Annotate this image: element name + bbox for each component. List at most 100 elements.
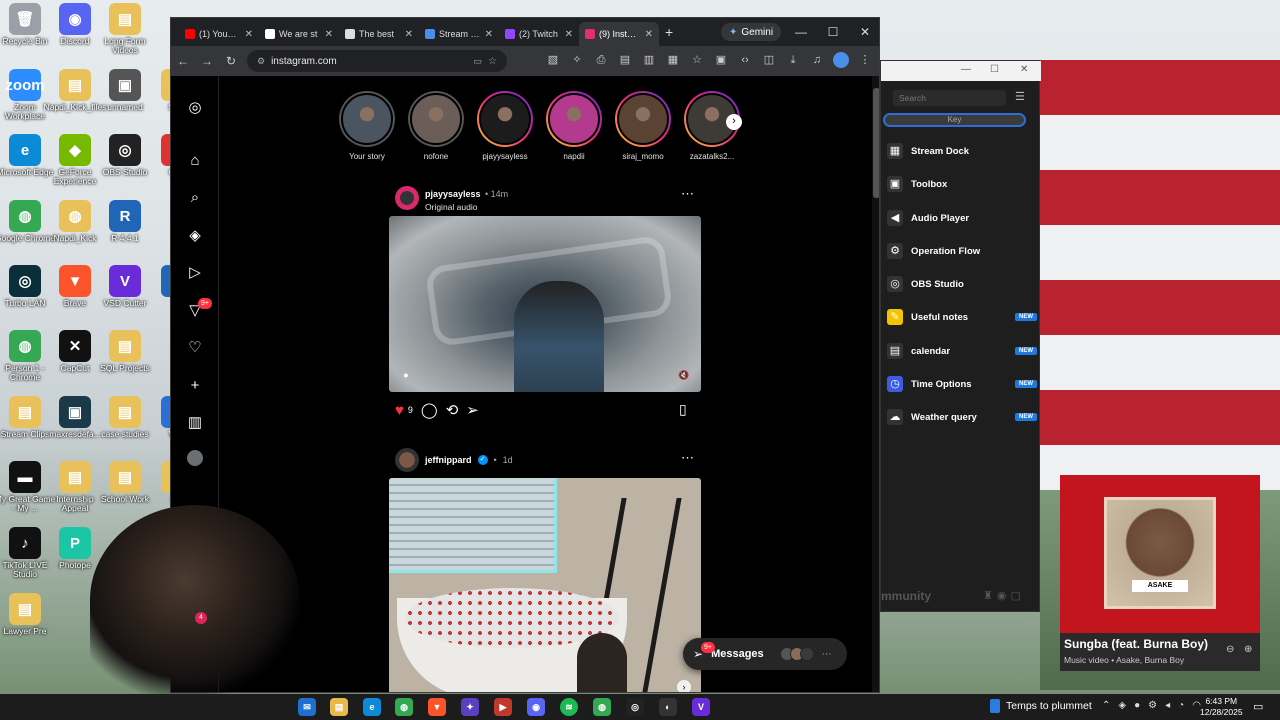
taskbar-discord-icon[interactable]: ◉ (527, 698, 545, 716)
dock-close-button[interactable]: ✕ (1020, 64, 1028, 75)
taskbar-steam-icon[interactable]: ◐ (659, 698, 677, 716)
star-icon[interactable]: ☆ (488, 56, 497, 67)
post-avatar[interactable] (395, 448, 419, 472)
dock-plugin-item[interactable]: ◎ OBS Studio (887, 273, 1037, 295)
profile-avatar[interactable] (833, 52, 849, 68)
browser-tab[interactable]: We are st ✕ (259, 22, 339, 46)
post-more-icon[interactable]: ⋯ (681, 186, 695, 202)
reader-icon[interactable]: ▥ (641, 52, 657, 68)
tray-gear-icon[interactable]: ⚙ (1148, 700, 1157, 711)
dock-plugin-item[interactable]: ▦ Stream Dock (887, 140, 1037, 162)
close-window-button[interactable]: ✕ (850, 22, 879, 42)
share-icon[interactable]: ➢ (466, 401, 479, 419)
browser-tab[interactable]: (1) YouTube ✕ (179, 22, 259, 46)
url-field[interactable]: ⚙ instagram.com ▭ ☆ (247, 50, 507, 72)
taskbar-vsd-icon[interactable]: V (692, 698, 710, 716)
desktop-icon[interactable]: ▤ SQL Projects (93, 330, 157, 394)
comment-icon[interactable]: ◯ (421, 401, 438, 419)
taskbar-spotify-icon[interactable]: ≋ (560, 698, 578, 716)
taskbar-mail-icon[interactable]: ✉ (298, 698, 316, 716)
search-icon[interactable]: ⌕ (185, 188, 205, 208)
tab-close-icon[interactable]: ✕ (565, 29, 573, 40)
grid-icon[interactable]: ▦ (665, 52, 681, 68)
translate-icon[interactable]: ▤ (617, 52, 633, 68)
forward-icon[interactable]: → (195, 54, 219, 68)
post-more-icon[interactable]: ⋯ (681, 450, 695, 466)
code-icon[interactable]: ‹› (737, 52, 753, 68)
dock-plugin-item[interactable]: ☁ Weather query NEW (887, 406, 1037, 428)
tab-close-icon[interactable]: ✕ (325, 29, 333, 40)
browser-tab[interactable]: The best ✕ (339, 22, 419, 46)
tray-network-icon[interactable]: ◔ (1178, 700, 1184, 711)
scrollbar-thumb[interactable] (873, 88, 879, 198)
tab-close-icon[interactable]: ✕ (485, 29, 493, 40)
create-icon[interactable]: + (185, 376, 205, 396)
explore-icon[interactable]: ◈ (185, 226, 205, 246)
dock-plugin-item[interactable]: ▤ calendar NEW (887, 340, 1037, 362)
taskbar-chrome-profile-icon[interactable]: ◍ (593, 698, 611, 716)
post-image[interactable] (389, 478, 701, 692)
dock-plugin-item[interactable]: ▣ Toolbox (887, 173, 1037, 195)
mute-icon[interactable]: 🔇 (677, 368, 691, 382)
weather-widget[interactable]: Temps to plummet (990, 699, 1092, 713)
maximize-button[interactable]: ☐ (818, 22, 848, 42)
desktop-icon[interactable]: RR 4.4.1 (93, 200, 157, 264)
dock-minimize-button[interactable]: — (961, 64, 971, 75)
taskbar-brave-icon[interactable]: ▼ (428, 698, 446, 716)
new-tab-button[interactable]: + (665, 24, 681, 40)
extension-icon[interactable]: ▧ (545, 52, 561, 68)
popup-expand-icon[interactable]: ⊕ (1244, 644, 1252, 655)
tray-app-icon[interactable]: ◈ (1118, 700, 1126, 711)
tagged-user-icon[interactable]: ● (399, 368, 413, 382)
like-count[interactable]: 9 (408, 405, 413, 415)
back-icon[interactable]: ← (171, 54, 195, 68)
bookmark-star-icon[interactable]: ☆ (689, 52, 705, 68)
home-icon[interactable]: ⌂ (185, 151, 205, 171)
tab-close-icon[interactable]: ✕ (645, 29, 653, 40)
install-icon[interactable]: ▭ (474, 56, 483, 67)
dock-search-input[interactable]: Search (893, 90, 1006, 106)
tray-volume-icon[interactable]: ◂ (1165, 700, 1170, 711)
browser-tab[interactable]: (9) Instagram ✕ (579, 22, 659, 46)
screenshot-icon[interactable]: ◫ (761, 52, 777, 68)
dashboard-icon[interactable]: ▥ (185, 413, 205, 433)
tab-close-icon[interactable]: ✕ (245, 29, 253, 40)
instagram-logo-icon[interactable]: ◎ (185, 98, 205, 118)
post-audio[interactable]: Original audio (425, 202, 508, 212)
taskbar-obs-icon[interactable]: ◎ (626, 698, 644, 716)
taskbar-chrome-icon[interactable]: ◍ (395, 698, 413, 716)
taskbar-app-icon[interactable]: ✦ (461, 698, 479, 716)
page-scrollbar[interactable] (872, 76, 879, 692)
dock-plugin-item[interactable]: ⚙ Operation Flow (887, 240, 1037, 262)
desktop-icon[interactable]: ▤ Long Form Videos (93, 3, 157, 67)
story-item[interactable]: siraj_momo (615, 91, 671, 161)
dock-plugin-item[interactable]: ✎ Useful notes NEW (887, 306, 1037, 328)
dock-maximize-button[interactable]: ☐ (990, 64, 999, 75)
bookmark-icon[interactable]: ▯ (679, 401, 687, 418)
download-icon[interactable]: ⤓ (785, 52, 801, 68)
print-icon[interactable]: ⎙ (593, 52, 609, 68)
tray-mic-icon[interactable]: ● (1134, 700, 1140, 711)
minimize-button[interactable]: — (786, 22, 816, 42)
carousel-next-icon[interactable]: › (677, 680, 691, 692)
heart-icon[interactable]: ♡ (185, 338, 205, 358)
dock-plugin-item[interactable]: ◷ Time Options NEW (887, 373, 1037, 395)
menu-icon[interactable]: ⋮ (857, 52, 873, 68)
notifications-icon[interactable]: ▭ (1253, 700, 1263, 713)
story-item[interactable]: nofone (408, 91, 464, 161)
taskbar-explorer-icon[interactable]: ▤ (330, 698, 348, 716)
tab-search-icon[interactable]: ▣ (713, 52, 729, 68)
popup-minimize-icon[interactable]: ⊖ (1226, 644, 1234, 655)
media-icon[interactable]: ♫ (809, 52, 825, 68)
browser-tab[interactable]: (2) Twitch ✕ (499, 22, 579, 46)
story-item[interactable]: Your story (339, 91, 395, 161)
taskbar-clock[interactable]: 6:43 PM 12/28/2025 (1200, 696, 1243, 718)
desktop-icon[interactable]: ▤ Lawyer Pre (0, 593, 57, 657)
tray-overflow-icon[interactable]: ⌃ (1102, 700, 1110, 711)
post-video[interactable]: ● 🔇 (389, 216, 701, 392)
post-username[interactable]: jeffnippard (425, 455, 472, 465)
post-avatar[interactable] (395, 186, 419, 210)
like-icon[interactable]: ♥ (395, 402, 404, 419)
dock-social-icons[interactable]: ♜◉▢ (983, 589, 1025, 602)
list-view-icon[interactable]: ☰ (1015, 90, 1025, 103)
